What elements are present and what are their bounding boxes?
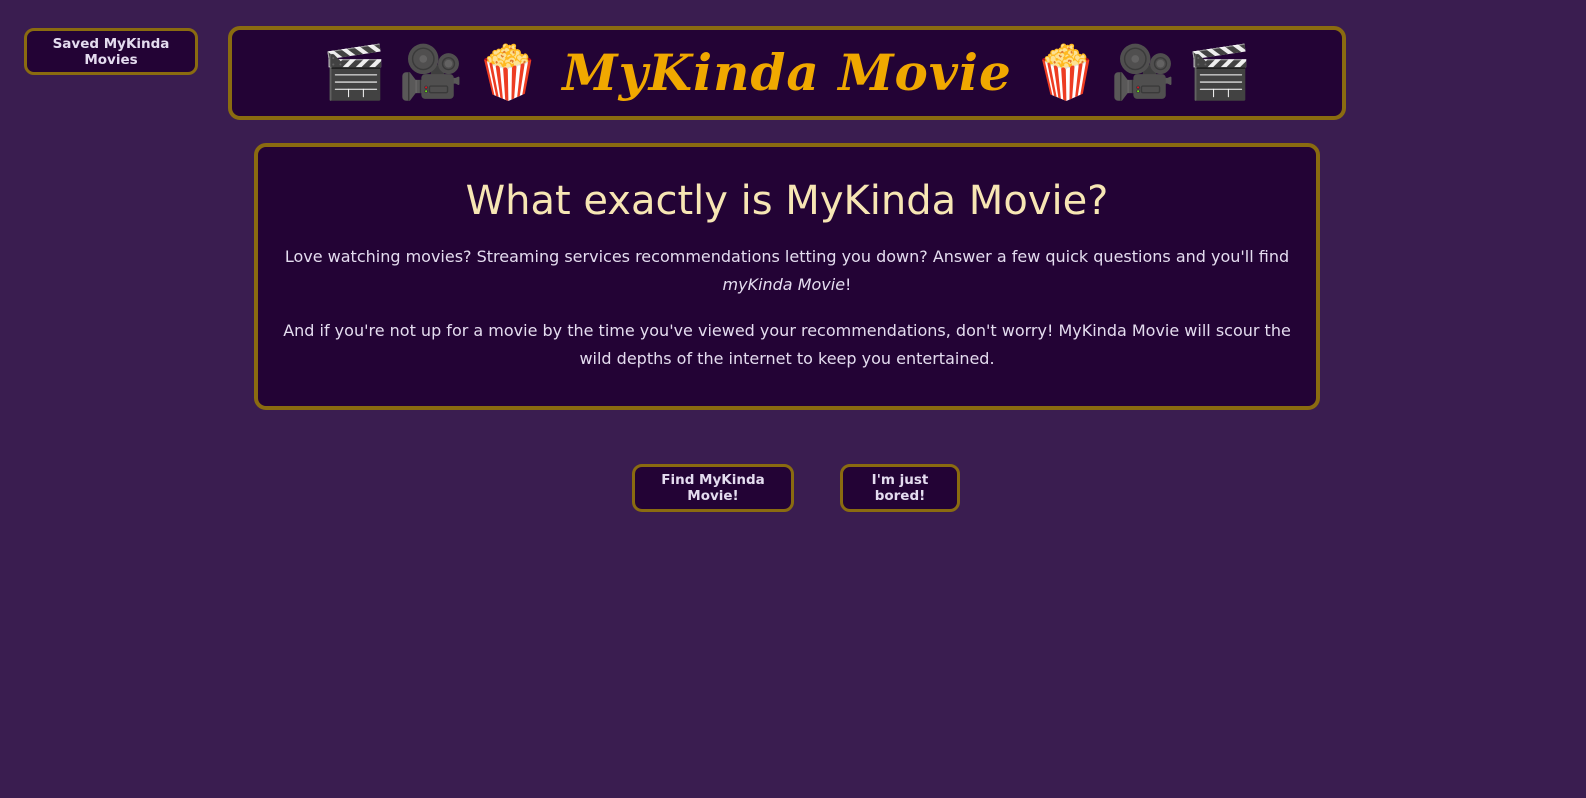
site-title: MyKinda Movie xyxy=(562,43,1012,102)
about-paragraph-intro: Love watching movies? Streaming services… xyxy=(274,243,1300,299)
movie-camera-icon: 🎥 xyxy=(1110,43,1176,103)
site-header: 🎬 🎥 🍿 MyKinda Movie 🍿 🎥 🎬 xyxy=(228,26,1346,120)
about-intro-text: Love watching movies? Streaming services… xyxy=(284,247,1290,266)
popcorn-icon: 🍿 xyxy=(475,43,541,103)
popcorn-icon: 🍿 xyxy=(1033,43,1099,103)
clapper-board-icon: 🎬 xyxy=(1187,43,1253,103)
action-buttons: Find MyKinda Movie! I'm just bored! xyxy=(0,464,1586,512)
saved-movies-button[interactable]: Saved MyKinda Movies xyxy=(24,28,198,75)
about-heading: What exactly is MyKinda Movie? xyxy=(465,178,1109,224)
just-bored-button[interactable]: I'm just bored! xyxy=(840,464,960,512)
clapper-board-icon: 🎬 xyxy=(321,43,387,103)
about-panel: What exactly is MyKinda Movie? Love watc… xyxy=(254,143,1320,410)
about-intro-end: ! xyxy=(845,275,852,294)
about-paragraph-bored: And if you're not up for a movie by the … xyxy=(283,321,1291,368)
find-movie-button[interactable]: Find MyKinda Movie! xyxy=(632,464,794,512)
movie-camera-icon: 🎥 xyxy=(398,43,464,103)
about-intro-emphasis: myKinda Movie xyxy=(722,275,846,294)
